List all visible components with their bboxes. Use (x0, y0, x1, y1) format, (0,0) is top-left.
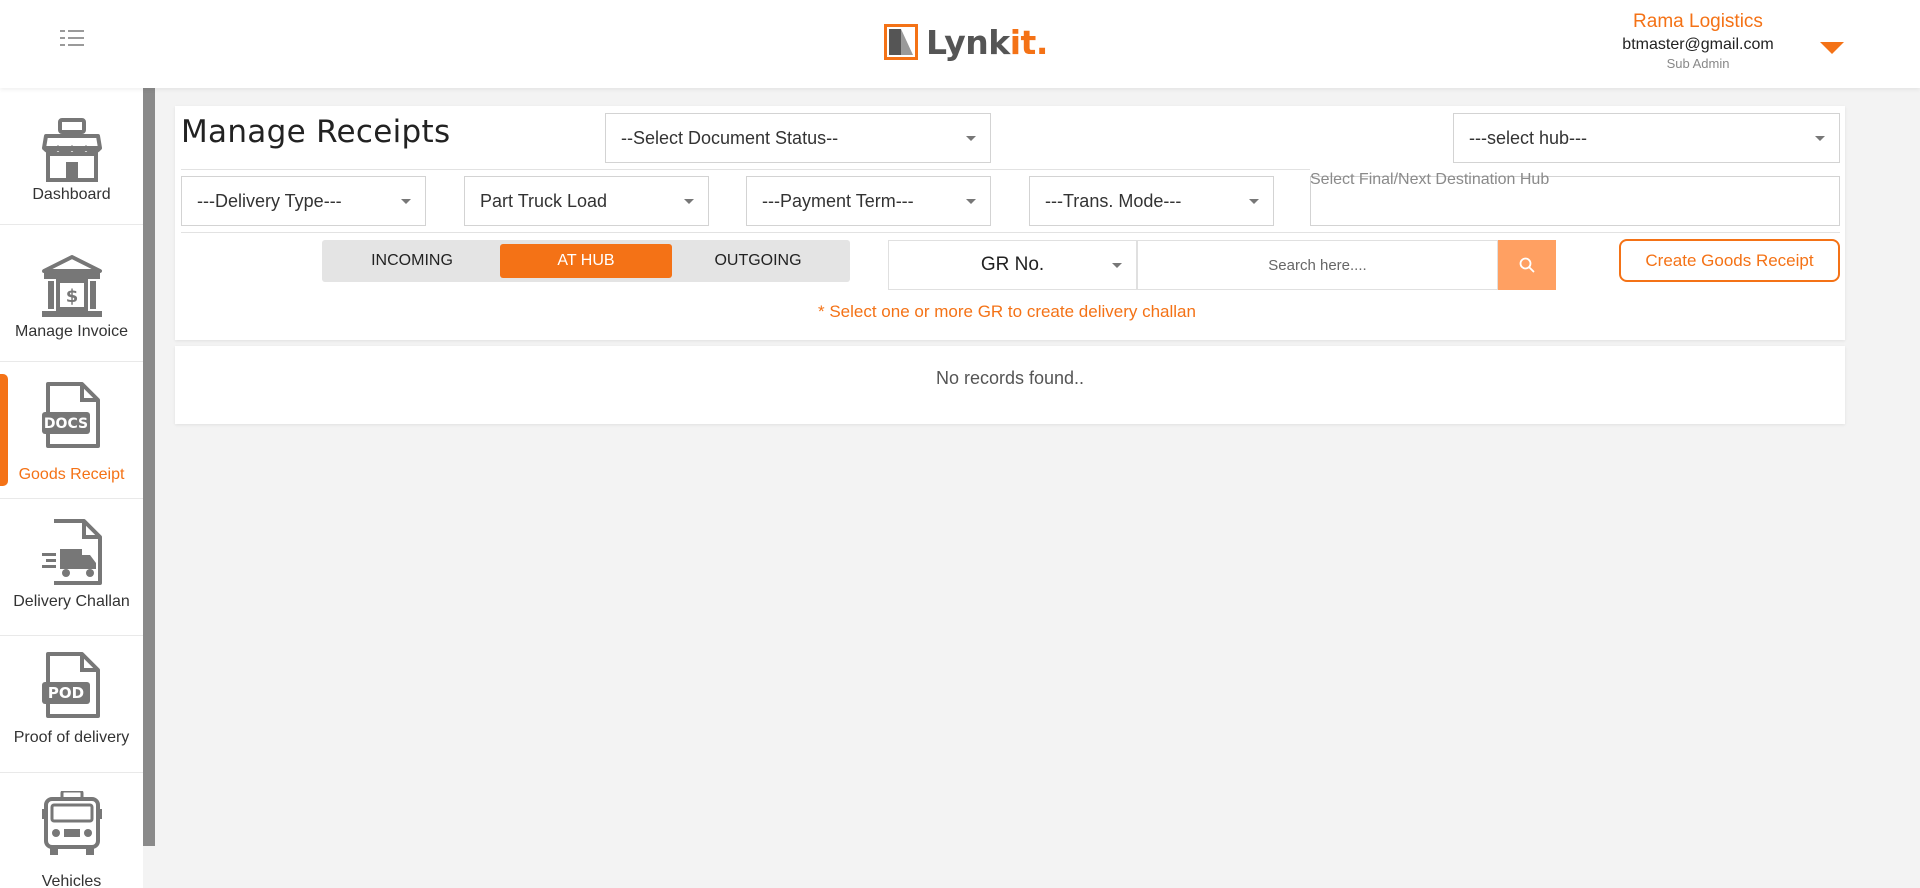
search-icon (1519, 257, 1535, 273)
svg-text:$: $ (66, 286, 79, 307)
document-status-select[interactable]: --Select Document Status-- (605, 113, 991, 163)
menu-toggle-icon[interactable] (60, 28, 88, 50)
select-value: ---Payment Term--- (762, 190, 914, 211)
select-value: ---Delivery Type--- (197, 190, 342, 211)
sidebar-item-manage-invoice[interactable]: $ Manage Invoice (0, 225, 143, 362)
app-logo[interactable]: Lynkit. (884, 22, 1048, 62)
results-panel: No records found.. (175, 346, 1845, 424)
user-company: Rama Logistics (1633, 11, 1763, 32)
load-type-select[interactable]: Part Truck Load (464, 176, 709, 226)
sidebar-item-delivery-challan[interactable]: Delivery Challan (0, 499, 143, 636)
user-role: Sub Admin (1666, 56, 1730, 71)
search-type-select[interactable]: GR No. (888, 240, 1137, 290)
tab-incoming[interactable]: INCOMING (326, 244, 498, 278)
hub-direction-tabs: INCOMING AT HUB OUTGOING (322, 240, 850, 282)
select-value: --Select Document Status-- (621, 127, 839, 148)
trans-mode-select[interactable]: ---Trans. Mode--- (1029, 176, 1274, 226)
store-icon (42, 118, 102, 182)
tab-at-hub[interactable]: AT HUB (500, 244, 672, 278)
payment-term-select[interactable]: ---Payment Term--- (746, 176, 991, 226)
selection-hint: * Select one or more GR to create delive… (818, 302, 1196, 321)
bank-icon: $ (42, 255, 102, 317)
logo-text: Lynkit. (926, 22, 1048, 62)
pod-file-icon: POD (42, 652, 100, 718)
truck-file-icon (42, 519, 102, 585)
top-header: Lynkit. Rama Logistics btmaster@gmail.co… (0, 0, 1920, 88)
sidebar-item-label: Delivery Challan (13, 593, 130, 610)
no-records-message: No records found.. (935, 368, 1085, 388)
search-input[interactable] (1137, 240, 1498, 290)
sidebar-item-label: Proof of delivery (13, 729, 130, 746)
divider (181, 169, 1310, 170)
user-info[interactable]: Rama Logistics btmaster@gmail.com Sub Ad… (1598, 10, 1798, 72)
sidebar-item-proof-of-delivery[interactable]: POD Proof of delivery (0, 636, 143, 773)
sidebar-item-goods-receipt[interactable]: DOCS Goods Receipt (0, 362, 143, 499)
delivery-type-select[interactable]: ---Delivery Type--- (181, 176, 426, 226)
sidebar-item-label: Dashboard (32, 186, 111, 203)
page-title: Manage Receipts (181, 114, 451, 150)
select-value: GR No. (980, 254, 1045, 275)
docs-file-icon: DOCS (42, 382, 100, 448)
select-value: ---Trans. Mode--- (1045, 190, 1182, 211)
sidebar-item-dashboard[interactable]: Dashboard (0, 88, 143, 225)
bus-icon (42, 791, 102, 855)
hub-select[interactable]: ---select hub--- (1453, 113, 1840, 163)
divider (181, 232, 1840, 233)
select-value: Part Truck Load (480, 190, 608, 211)
sidebar-item-label: Manage Invoice (15, 323, 128, 340)
tab-outgoing[interactable]: OUTGOING (672, 244, 844, 278)
destination-hub-label: Select Final/Next Destination Hub (1310, 171, 1550, 188)
docs-badge-text: DOCS (44, 416, 88, 432)
sidebar-item-vehicles[interactable]: Vehicles (0, 773, 143, 888)
select-value: ---select hub--- (1469, 127, 1588, 148)
create-goods-receipt-button[interactable]: Create Goods Receipt (1619, 239, 1840, 282)
user-menu-caret-icon[interactable] (1820, 42, 1844, 54)
sidebar-scrollbar[interactable] (143, 88, 155, 846)
pod-badge-text: POD (48, 684, 84, 702)
search-button[interactable] (1498, 240, 1556, 290)
sidebar: Dashboard $ Manage Invoice DOCS Goods Re… (0, 88, 143, 888)
user-email: btmaster@gmail.com (1622, 36, 1774, 53)
sidebar-item-label: Vehicles (41, 873, 102, 888)
logo-mark-icon (884, 24, 918, 60)
sidebar-item-label: Goods Receipt (18, 466, 125, 483)
